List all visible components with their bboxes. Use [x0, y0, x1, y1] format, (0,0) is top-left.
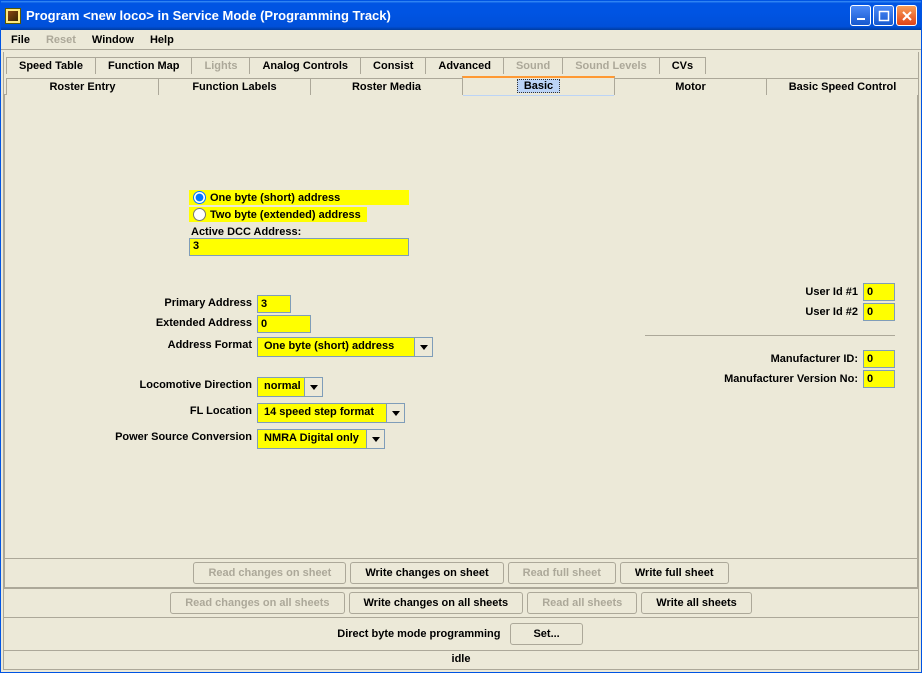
app-icon — [5, 8, 21, 24]
tab-pane-basic: One byte (short) address Two byte (exten… — [4, 94, 918, 588]
tab-motor[interactable]: Motor — [614, 78, 767, 95]
write-full-sheet-button[interactable]: Write full sheet — [620, 562, 729, 584]
power-source-label: Power Source Conversion — [115, 431, 252, 443]
user-id-1-input[interactable] — [863, 283, 895, 301]
manufacturer-id-input[interactable] — [863, 350, 895, 368]
tab-advanced[interactable]: Advanced — [425, 57, 504, 74]
tab-roster-media[interactable]: Roster Media — [310, 78, 463, 95]
write-changes-sheet-button[interactable]: Write changes on sheet — [350, 562, 503, 584]
maximize-button[interactable] — [873, 5, 894, 26]
active-address-value: 3 — [189, 238, 409, 256]
address-format-label: Address Format — [168, 339, 252, 351]
user-id-1-label: User Id #1 — [645, 286, 858, 298]
write-all-sheets-button[interactable]: Write all sheets — [641, 592, 752, 614]
menu-file[interactable]: File — [3, 32, 38, 48]
close-button[interactable] — [896, 5, 917, 26]
tab-function-labels[interactable]: Function Labels — [158, 78, 311, 95]
tab-sound: Sound — [503, 57, 563, 74]
user-id-2-label: User Id #2 — [645, 306, 858, 318]
address-format-combo[interactable]: One byte (short) address — [257, 337, 433, 357]
read-changes-all-button: Read changes on all sheets — [170, 592, 344, 614]
fl-location-label: FL Location — [190, 405, 252, 417]
read-all-sheets-button: Read all sheets — [527, 592, 637, 614]
tabrow-upper: Speed Table Function Map Lights Analog C… — [4, 52, 918, 74]
tab-roster-entry[interactable]: Roster Entry — [6, 78, 159, 95]
status-bar: idle — [4, 650, 918, 669]
sheet-button-row: Read changes on sheet Write changes on s… — [5, 558, 917, 587]
tab-cvs[interactable]: CVs — [659, 57, 706, 74]
tab-function-map[interactable]: Function Map — [95, 57, 193, 74]
fl-location-combo[interactable]: 14 speed step format — [257, 403, 405, 423]
user-id-2-input[interactable] — [863, 303, 895, 321]
menu-window[interactable]: Window — [84, 32, 142, 48]
menubar: File Reset Window Help — [1, 30, 921, 50]
tab-speed-table[interactable]: Speed Table — [6, 57, 96, 74]
read-full-sheet-button: Read full sheet — [508, 562, 616, 584]
manufacturer-version-input[interactable] — [863, 370, 895, 388]
address-mode-group: One byte (short) address Two byte (exten… — [189, 189, 409, 256]
minimize-button[interactable] — [850, 5, 871, 26]
radio-extended-address[interactable]: Two byte (extended) address — [189, 207, 367, 222]
manufacturer-version-label: Manufacturer Version No: — [645, 373, 858, 385]
chevron-down-icon[interactable] — [387, 403, 405, 423]
read-changes-sheet-button: Read changes on sheet — [193, 562, 346, 584]
manufacturer-id-label: Manufacturer ID: — [645, 353, 858, 365]
power-source-combo[interactable]: NMRA Digital only — [257, 429, 385, 449]
programming-mode-row: Direct byte mode programming Set... — [4, 617, 918, 650]
window-title: Program <new loco> in Service Mode (Prog… — [26, 8, 850, 23]
radio-short-address[interactable]: One byte (short) address — [189, 190, 409, 205]
menu-help[interactable]: Help — [142, 32, 182, 48]
tab-basic[interactable]: Basic — [462, 76, 615, 95]
chevron-down-icon[interactable] — [305, 377, 323, 397]
write-changes-all-button[interactable]: Write changes on all sheets — [349, 592, 524, 614]
locomotive-direction-label: Locomotive Direction — [140, 379, 252, 391]
pane-body: One byte (short) address Two byte (exten… — [5, 95, 917, 558]
primary-address-input[interactable] — [257, 295, 291, 313]
chevron-down-icon[interactable] — [367, 429, 385, 449]
app-window: Program <new loco> in Service Mode (Prog… — [0, 0, 922, 673]
active-address-label: Active DCC Address: — [189, 226, 409, 238]
tab-area: Speed Table Function Map Lights Analog C… — [3, 52, 919, 670]
window-buttons — [850, 5, 917, 26]
tabrow-lower: Roster Entry Function Labels Roster Medi… — [4, 73, 918, 95]
locomotive-direction-combo[interactable]: normal — [257, 377, 323, 397]
extended-address-label: Extended Address — [156, 317, 252, 329]
tab-sound-levels: Sound Levels — [562, 57, 660, 74]
programming-mode-label: Direct byte mode programming — [337, 628, 500, 640]
right-column: User Id #1 User Id #2 Manufacturer ID: M… — [645, 283, 895, 390]
tab-basic-speed-control[interactable]: Basic Speed Control — [766, 78, 919, 95]
tab-consist[interactable]: Consist — [360, 57, 426, 74]
extended-address-input[interactable] — [257, 315, 311, 333]
menu-reset: Reset — [38, 32, 84, 48]
tab-lights: Lights — [191, 57, 250, 74]
chevron-down-icon[interactable] — [415, 337, 433, 357]
divider — [645, 335, 895, 336]
set-button[interactable]: Set... — [510, 623, 582, 645]
titlebar: Program <new loco> in Service Mode (Prog… — [1, 1, 921, 30]
primary-address-label: Primary Address — [164, 297, 252, 309]
radio-extended-address-input[interactable] — [193, 208, 206, 221]
all-sheets-button-row: Read changes on all sheets Write changes… — [4, 588, 918, 617]
tab-analog-controls[interactable]: Analog Controls — [249, 57, 361, 74]
radio-short-address-input[interactable] — [193, 191, 206, 204]
